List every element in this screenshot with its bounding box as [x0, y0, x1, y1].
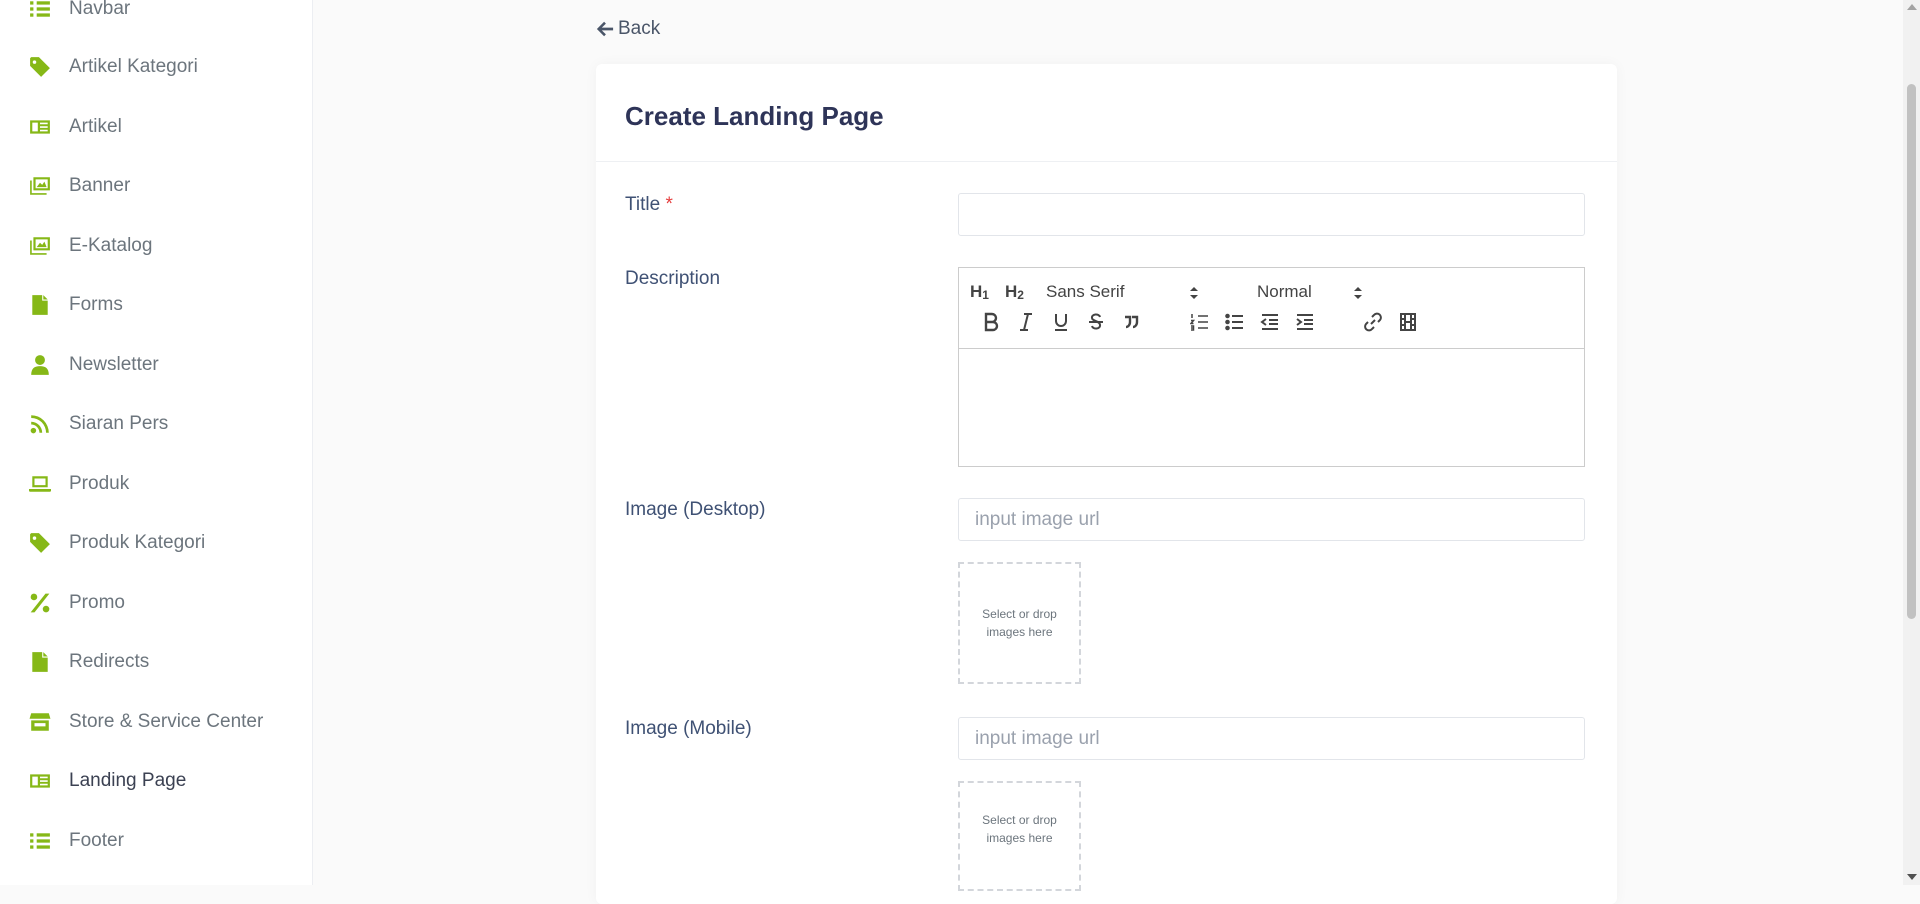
sidebar-item-produk[interactable]: Produk — [0, 461, 312, 507]
tag-icon — [29, 56, 51, 78]
italic-icon[interactable] — [1017, 312, 1035, 332]
sidebar-item-label: Store & Service Center — [69, 711, 264, 732]
newspaper-icon — [29, 770, 51, 792]
images-icon — [29, 235, 51, 257]
sidebar-item-label: Navbar — [69, 0, 131, 19]
description-label: Description — [625, 268, 721, 289]
indent-icon[interactable] — [1295, 312, 1315, 332]
outdent-icon[interactable] — [1260, 312, 1280, 332]
sidebar-item-navbar[interactable]: Navbar — [0, 0, 312, 32]
editor-content[interactable] — [959, 349, 1584, 467]
sidebar-item-label: Footer — [69, 830, 124, 851]
image-mobile-label: Image (Mobile) — [625, 718, 752, 739]
title-label: Title * — [625, 194, 673, 216]
font-family-value: Sans Serif — [1046, 282, 1125, 301]
sidebar-item-siaran-pers[interactable]: Siaran Pers — [0, 401, 312, 447]
back-link[interactable]: Back — [596, 18, 660, 40]
images-icon — [29, 175, 51, 197]
sidebar-item-redirects[interactable]: Redirects — [0, 639, 312, 685]
rss-icon — [29, 413, 51, 435]
tag-icon — [29, 532, 51, 554]
sidebar-item-footer[interactable]: Footer — [0, 818, 312, 864]
scroll-up-icon[interactable] — [1907, 4, 1917, 10]
image-desktop-url-input[interactable] — [958, 498, 1585, 541]
scroll-thumb[interactable] — [1907, 84, 1916, 619]
dropzone-text: Select or drop — [982, 607, 1057, 621]
list-icon — [29, 830, 51, 852]
blockquote-icon[interactable] — [1122, 312, 1140, 332]
sidebar-item-banner[interactable]: Banner — [0, 163, 312, 209]
description-editor: H1 H2 Sans Serif Normal — [958, 267, 1585, 467]
sidebar-item-forms[interactable]: Forms — [0, 282, 312, 328]
sidebar-item-artikel[interactable]: Artikel — [0, 104, 312, 150]
sidebar-item-label: Landing Page — [69, 770, 187, 791]
strikethrough-icon[interactable] — [1087, 312, 1105, 332]
scroll-down-icon[interactable] — [1907, 874, 1917, 880]
sidebar-item-label: Redirects — [69, 651, 150, 672]
page-scrollbar[interactable] — [1903, 0, 1920, 885]
file-icon — [29, 651, 51, 673]
bold-icon[interactable] — [982, 312, 1000, 332]
sidebar-item-label: Artikel — [69, 116, 122, 137]
sidebar-item-label: Newsletter — [69, 354, 159, 375]
image-mobile-dropzone[interactable]: Select or drop images here — [958, 781, 1081, 891]
select-caret-icon — [1189, 285, 1199, 301]
sidebar-item-produk-kategori[interactable]: Produk Kategori — [0, 520, 312, 566]
sidebar-item-label: Produk — [69, 473, 130, 494]
video-icon[interactable] — [1398, 312, 1418, 332]
title-input[interactable] — [958, 193, 1585, 236]
dropzone-text: images here — [986, 625, 1053, 639]
sidebar-item-label: Promo — [69, 592, 125, 613]
sidebar-item-label: Banner — [69, 175, 131, 196]
sidebar-item-label: Forms — [69, 294, 123, 315]
select-caret-icon — [1353, 285, 1363, 301]
h1-button[interactable]: H1 — [970, 282, 989, 302]
main-content: Back Create Landing Page Title * Descrip… — [313, 0, 1900, 904]
dropzone-text: Select or drop — [982, 813, 1057, 827]
form-card: Create Landing Page — [596, 64, 1617, 904]
sidebar-item-artikel-kategori[interactable]: Artikel Kategori — [0, 44, 312, 90]
laptop-icon — [29, 473, 51, 495]
page-title: Create Landing Page — [625, 101, 884, 131]
sidebar-item-newsletter[interactable]: Newsletter — [0, 342, 312, 388]
sidebar-item-label: Siaran Pers — [69, 413, 169, 434]
font-family-select[interactable]: Sans Serif — [1046, 282, 1206, 302]
sidebar-item-e-katalog[interactable]: E-Katalog — [0, 223, 312, 269]
image-desktop-dropzone[interactable]: Select or drop images here — [958, 562, 1081, 684]
title-label-text: Title — [625, 194, 661, 215]
card-header: Create Landing Page — [596, 64, 1617, 162]
h2-button[interactable]: H2 — [1005, 282, 1024, 302]
list-icon — [29, 0, 51, 20]
image-desktop-label: Image (Desktop) — [625, 499, 766, 520]
sidebar-item-label: Produk Kategori — [69, 532, 206, 553]
font-size-select[interactable]: Normal — [1257, 282, 1367, 302]
sidebar-item-landing-page[interactable]: Landing Page — [0, 758, 312, 804]
sidebar-item-promo[interactable]: Promo — [0, 580, 312, 626]
font-size-value: Normal — [1257, 282, 1312, 301]
link-icon[interactable] — [1363, 312, 1383, 332]
bullet-list-icon[interactable] — [1225, 312, 1245, 332]
store-icon — [29, 711, 51, 733]
underline-icon[interactable] — [1052, 312, 1070, 332]
required-mark: * — [665, 194, 673, 215]
editor-toolbar: H1 H2 Sans Serif Normal — [959, 268, 1584, 349]
newspaper-icon — [29, 116, 51, 138]
sidebar-item-store-service-center[interactable]: Store & Service Center — [0, 699, 312, 745]
image-mobile-url-input[interactable] — [958, 717, 1585, 760]
sidebar: Navbar Artikel Kategori Artikel Banner E… — [0, 0, 313, 885]
file-icon — [29, 294, 51, 316]
sidebar-item-label: Artikel Kategori — [69, 56, 198, 77]
user-icon — [29, 354, 51, 376]
ordered-list-icon[interactable] — [1190, 312, 1210, 332]
back-label: Back — [618, 18, 661, 39]
dropzone-text: images here — [986, 831, 1053, 845]
percent-icon — [29, 592, 51, 614]
sidebar-item-label: E-Katalog — [69, 235, 153, 256]
arrow-left-icon — [596, 21, 614, 37]
